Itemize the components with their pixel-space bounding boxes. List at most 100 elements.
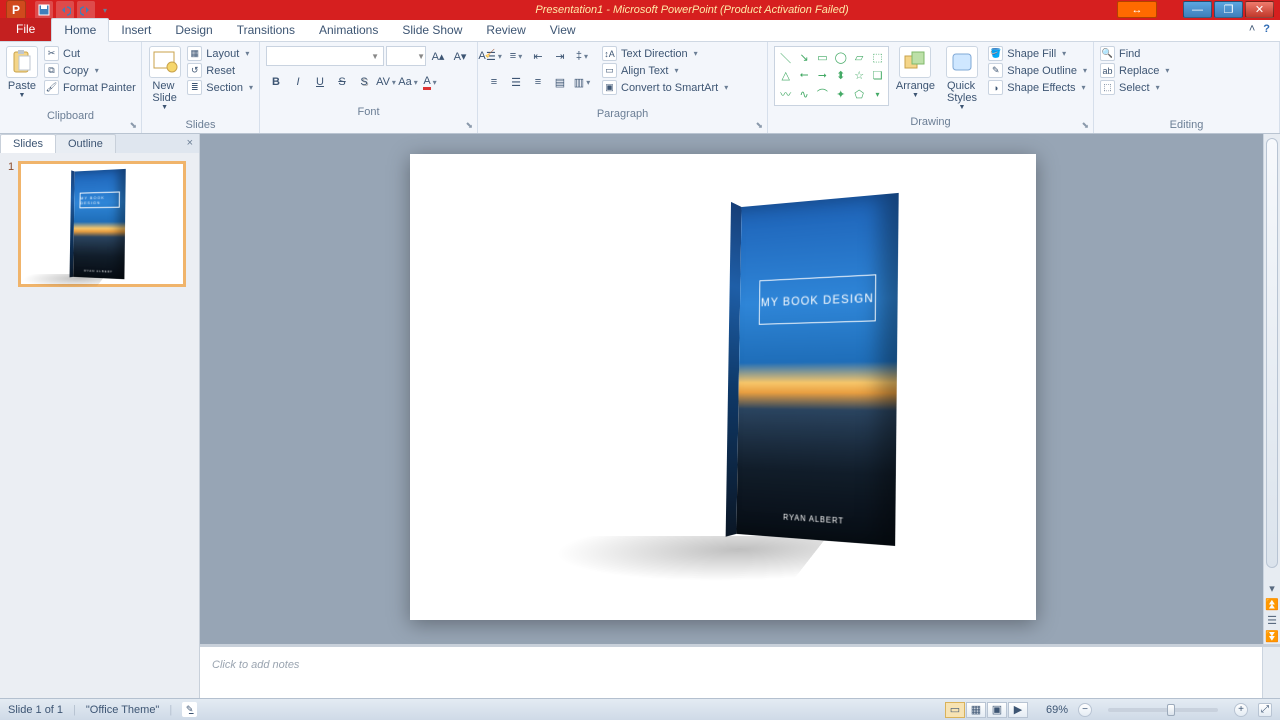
tab-view[interactable]: View [538,19,588,41]
replace-button[interactable]: abReplace [1100,63,1169,78]
text-shadow-button[interactable]: S [354,72,374,92]
brush-icon: 🖌 [44,80,59,95]
paste-icon [6,46,38,78]
powerpoint-logo-icon: P [6,0,26,20]
find-icon: 🔍 [1100,46,1115,61]
paste-button[interactable]: Paste ▼ [6,46,38,99]
font-name-combo[interactable]: ▼ [266,46,384,66]
text-direction-button[interactable]: ↕AText Direction [602,46,728,61]
strikethrough-button[interactable]: S [332,72,352,92]
tab-design[interactable]: Design [163,19,224,41]
notes-pane[interactable]: Click to add notes [200,644,1280,698]
tab-transitions[interactable]: Transitions [225,19,307,41]
clipboard-dialog-launcher[interactable]: ⬊ [6,120,137,131]
convert-smartart-button[interactable]: ▣Convert to SmartArt [602,80,728,95]
italic-button[interactable]: I [288,72,308,92]
slide-menu-button[interactable]: ☰ [1264,612,1280,628]
book-front: MY BOOK DESIGN RYAN ALBERT [73,169,126,279]
shape-fill-button[interactable]: 🪣Shape Fill [988,46,1087,61]
view-slideshow-button[interactable]: ▶ [1008,702,1028,718]
slide-canvas-viewport[interactable]: MY BOOK DESIGN RYAN ALBERT ▴ ▾ ⏫ ☰ ⏬ [200,134,1280,644]
ribbon: Paste ▼ ✂Cut ⧉Copy 🖌Format Painter Clipb… [0,42,1280,134]
spellcheck-icon[interactable]: ✎̲ [182,702,197,717]
zoom-slider-knob[interactable] [1167,704,1175,716]
smartart-icon: ▣ [602,80,617,95]
increase-indent-button[interactable]: ⇥ [550,46,570,66]
group-label-paragraph: Paragraph [484,108,761,120]
decrease-indent-button[interactable]: ⇤ [528,46,548,66]
align-center-button[interactable]: ☰ [506,72,526,92]
prev-slide-button[interactable]: ⏫ [1264,596,1280,612]
zoom-out-button[interactable]: − [1078,703,1092,717]
reset-button[interactable]: ↺Reset [187,63,253,78]
font-dialog-launcher[interactable]: ⬊ [266,120,473,131]
view-reading-button[interactable]: ▣ [987,702,1007,718]
book-3d-object[interactable]: MY BOOK DESIGN RYAN ALBERT [736,193,898,546]
quick-styles-button[interactable]: Quick Styles▼ [942,46,983,111]
qat-undo-button[interactable] [56,1,74,19]
book-title-text: MY BOOK DESIGN [759,274,876,325]
tab-review[interactable]: Review [474,19,537,41]
justify-button[interactable]: ▤ [550,72,570,92]
layout-button[interactable]: ▦Layout [187,46,253,61]
tab-slide-show[interactable]: Slide Show [390,19,474,41]
grow-font-button[interactable]: A▴ [428,46,448,66]
qat-save-button[interactable] [35,1,53,19]
section-button[interactable]: ≣Section [187,80,253,95]
change-case-button[interactable]: Aa [398,72,418,92]
zoom-percent[interactable]: 69% [1046,704,1068,716]
select-button[interactable]: ⬚Select [1100,80,1169,95]
shapes-gallery[interactable]: ＼↘▭◯▱⬚ △⭠⭢⬍☆❏ 〰∿⌒✦⬠▾ [774,46,889,106]
copy-button[interactable]: ⧉Copy [44,63,136,78]
underline-button[interactable]: U [310,72,330,92]
window-close-button[interactable]: ✕ [1245,1,1274,18]
tab-animations[interactable]: Animations [307,19,390,41]
format-painter-button[interactable]: 🖌Format Painter [44,80,136,95]
ribbon-help-button[interactable]: ? [1263,23,1270,35]
char-spacing-button[interactable]: AV [376,72,396,92]
ribbon-minimize-button[interactable]: ˄ [1249,23,1255,35]
slide-thumbnail-1[interactable]: MY BOOK DESIGN RYAN ALBERT [18,161,186,287]
align-right-button[interactable]: ≡ [528,72,548,92]
find-button[interactable]: 🔍Find [1100,46,1169,61]
paragraph-dialog-launcher[interactable]: ⬊ [484,120,763,131]
arrange-button[interactable]: Arrange▼ [895,46,936,99]
qat-customize-button[interactable] [98,1,110,19]
scroll-down-button[interactable]: ▾ [1264,580,1280,596]
zoom-in-button[interactable]: + [1234,703,1248,717]
panel-tab-outline[interactable]: Outline [55,134,116,153]
line-spacing-button[interactable]: ‡ [572,46,592,66]
drawing-dialog-launcher[interactable]: ⬊ [774,120,1089,131]
font-size-combo[interactable]: ▼ [386,46,426,66]
slide-canvas[interactable]: MY BOOK DESIGN RYAN ALBERT [410,154,1036,620]
view-normal-button[interactable]: ▭ [945,702,965,718]
shrink-font-button[interactable]: A▾ [450,46,470,66]
vertical-scrollbar[interactable]: ▴ ▾ ⏫ ☰ ⏬ [1263,134,1280,644]
zoom-slider[interactable] [1108,708,1218,712]
recording-indicator-icon: ↔ [1117,1,1157,18]
thumb-number: 1 [8,161,14,287]
effects-icon: ◑ [988,80,1003,95]
zoom-fit-button[interactable]: ⤢ [1258,703,1272,717]
panel-tab-slides[interactable]: Slides [0,134,56,153]
align-left-button[interactable]: ≡ [484,72,504,92]
panel-close-button[interactable]: × [187,137,193,149]
next-slide-button[interactable]: ⏬ [1264,628,1280,644]
font-color-button[interactable]: A [420,72,440,92]
bold-button[interactable]: B [266,72,286,92]
columns-button[interactable]: ▥ [572,72,592,92]
qat-redo-button[interactable] [77,1,95,19]
scroll-thumb[interactable] [1266,138,1278,568]
window-restore-button[interactable]: ❐ [1214,1,1243,18]
tab-insert[interactable]: Insert [109,19,163,41]
tab-home[interactable]: Home [51,18,109,42]
shape-effects-button[interactable]: ◑Shape Effects [988,80,1087,95]
cut-button[interactable]: ✂Cut [44,46,136,61]
window-minimize-button[interactable]: — [1183,1,1212,18]
view-sorter-button[interactable]: ▦ [966,702,986,718]
align-text-button[interactable]: ▭Align Text [602,63,728,78]
new-slide-button[interactable]: New Slide ▼ [148,46,181,111]
shape-outline-button[interactable]: ✎Shape Outline [988,63,1087,78]
numbering-button[interactable]: ≡ [506,46,526,66]
tab-file[interactable]: File [0,18,51,41]
